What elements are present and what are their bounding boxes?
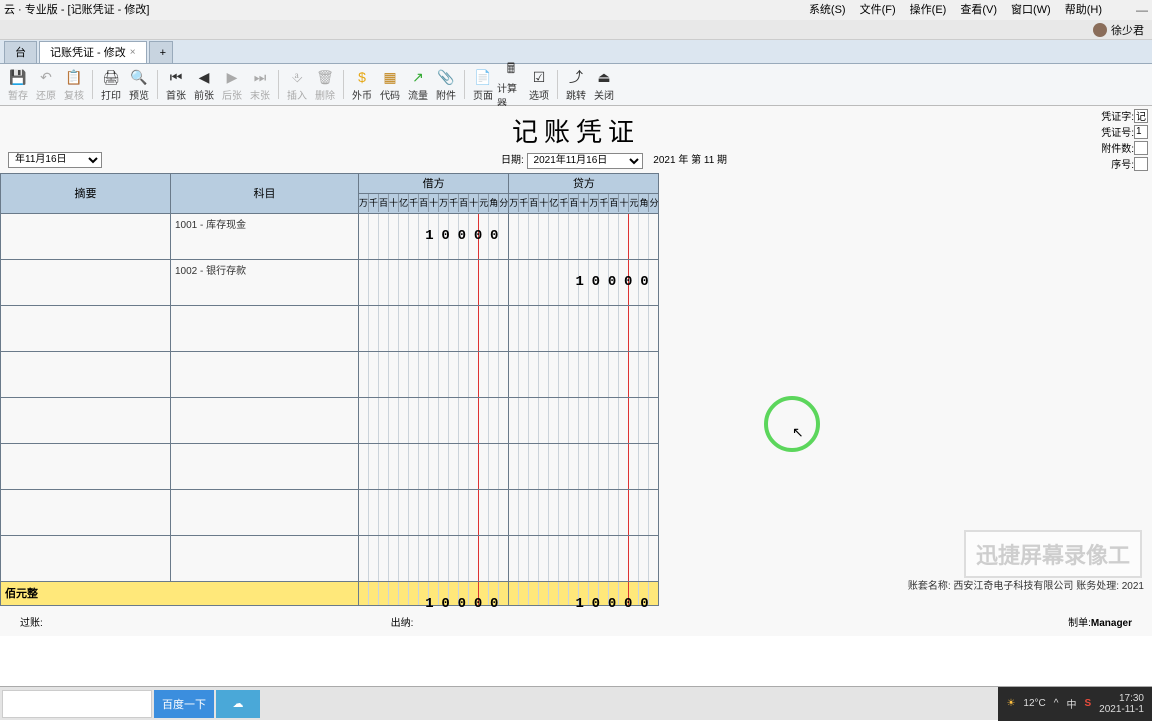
window-title: 云 · 专业版 - [记账凭证 - 修改] [4, 0, 149, 20]
seq-input[interactable] [1134, 157, 1148, 171]
last-icon: ⏭ [251, 68, 269, 86]
sign-post: 过账: [20, 614, 391, 629]
th-subject: 科目 [171, 173, 359, 213]
table-row[interactable]: 1002 - 银行存款10000 [1, 259, 659, 305]
delete-icon: 🗑 [316, 68, 334, 86]
tab-strip: 台 记账凭证 - 修改 × + [0, 40, 1152, 64]
code-icon: ▦ [381, 68, 399, 86]
flow-button[interactable]: ↗流量 [404, 66, 432, 104]
menu-help[interactable]: 帮助(H) [1065, 0, 1102, 20]
taskbar: 百度一下 ☁ ☀ 12°C ^ 中 S 17:30 2021-11-1 [0, 686, 1152, 720]
menu-view[interactable]: 查看(V) [960, 0, 997, 20]
cloud-app[interactable]: ☁ [216, 690, 260, 718]
next-icon: ▶ [223, 68, 241, 86]
save-icon: 💾 [9, 68, 27, 86]
calc-icon: 🖩 [502, 61, 520, 79]
jump-icon: ⤴ [567, 68, 585, 86]
forex-icon: $ [353, 68, 371, 86]
voucher-grid: 摘要 科目 借方 贷方 万千百十亿千百十万千百十元角分 万千百十亿千百十万千百十… [0, 173, 659, 606]
insert-button[interactable]: ⎀插入 [283, 66, 311, 104]
voucher-title: 记账凭证 [0, 106, 1152, 149]
prev-button[interactable]: ◀前张 [190, 66, 218, 104]
total-row: 佰元整 10000 10000 [1, 581, 659, 605]
menu-window[interactable]: 窗口(W) [1011, 0, 1051, 20]
user-bar: 徐少君 [0, 20, 1152, 40]
preview-button[interactable]: 🔍预览 [125, 66, 153, 104]
table-row[interactable] [1, 305, 659, 351]
attach-count-input[interactable] [1134, 141, 1148, 155]
exit-icon: ⏏ [595, 68, 613, 86]
period-label: 2021 年 第 11 期 [653, 155, 727, 166]
th-debit: 借方 [359, 173, 509, 193]
weather-temp: 12°C [1023, 698, 1045, 709]
prev-icon: ◀ [195, 68, 213, 86]
close-icon[interactable]: × [130, 42, 136, 64]
weather-icon: ☀ [1006, 698, 1015, 709]
th-summary: 摘要 [1, 173, 171, 213]
title-bar: 云 · 专业版 - [记账凭证 - 修改] 系统(S) 文件(F) 操作(E) … [0, 0, 1152, 20]
attach-icon: 📎 [437, 68, 455, 86]
table-row[interactable] [1, 397, 659, 443]
tab-new[interactable]: + [149, 41, 173, 63]
preview-icon: 🔍 [130, 68, 148, 86]
sign-cashier: 出纳: [391, 614, 762, 629]
clock-time: 17:30 [1099, 693, 1144, 704]
copy-icon: 📋 [65, 68, 83, 86]
baidu-button[interactable]: 百度一下 [154, 690, 214, 718]
tray-chevron-icon[interactable]: ^ [1054, 698, 1059, 709]
voucher-num-input[interactable] [1134, 125, 1148, 139]
print-icon: 🖨 [102, 68, 120, 86]
cursor-highlight [764, 396, 820, 452]
option-icon: ☑ [530, 68, 548, 86]
ime-sogou[interactable]: S [1084, 698, 1091, 709]
next-button[interactable]: ▶后张 [218, 66, 246, 104]
attach-button[interactable]: 📎附件 [432, 66, 460, 104]
table-row[interactable] [1, 535, 659, 581]
th-credit: 贷方 [509, 173, 659, 193]
menu-system[interactable]: 系统(S) [809, 0, 846, 20]
menubar: 系统(S) 文件(F) 操作(E) 查看(V) 窗口(W) 帮助(H) — [809, 0, 1148, 20]
table-row[interactable] [1, 489, 659, 535]
ime-ch[interactable]: 中 [1066, 696, 1076, 711]
restore-button[interactable]: ↶还原 [32, 66, 60, 104]
tab-voucher[interactable]: 记账凭证 - 修改 × [39, 41, 147, 63]
cursor-icon: ↖ [792, 424, 804, 441]
avatar[interactable] [1093, 23, 1107, 37]
close-button[interactable]: ⏏关闭 [590, 66, 618, 104]
menu-operate[interactable]: 操作(E) [910, 0, 947, 20]
table-row[interactable] [1, 351, 659, 397]
table-row[interactable]: 1001 - 库存现金10000 [1, 213, 659, 259]
footer-account: 账套名称: 西安江奇电子科技有限公司 账务处理: 2021 [908, 577, 1144, 592]
table-row[interactable] [1, 443, 659, 489]
calc-button[interactable]: 🖩计算器 [497, 66, 525, 104]
undo-icon: ↶ [37, 68, 55, 86]
first-button[interactable]: ⏮首张 [162, 66, 190, 104]
code-button[interactable]: ▦代码 [376, 66, 404, 104]
date-select[interactable]: 2021年11月16日 [527, 153, 643, 169]
last-button[interactable]: ⏭末张 [246, 66, 274, 104]
forex-button[interactable]: $外币 [348, 66, 376, 104]
flow-icon: ↗ [409, 68, 427, 86]
toolbar: 💾暂存 ↶还原 📋复核 🖨打印 🔍预览 ⏮首张 ◀前张 ▶后张 ⏭末张 ⎀插入 … [0, 64, 1152, 106]
save-button[interactable]: 💾暂存 [4, 66, 32, 104]
tab-home[interactable]: 台 [4, 41, 37, 63]
option-button[interactable]: ☑选项 [525, 66, 553, 104]
page-icon: 📄 [474, 68, 492, 86]
minimize-icon[interactable]: — [1136, 0, 1148, 20]
page-button[interactable]: 📄页面 [469, 66, 497, 104]
print-button[interactable]: 🖨打印 [97, 66, 125, 104]
jump-button[interactable]: ⤴跳转 [562, 66, 590, 104]
clock-date: 2021-11-1 [1099, 704, 1144, 715]
menu-file[interactable]: 文件(F) [860, 0, 896, 20]
first-icon: ⏮ [167, 68, 185, 86]
delete-button[interactable]: 🗑删除 [311, 66, 339, 104]
voucher-word-input[interactable] [1134, 109, 1148, 123]
insert-icon: ⎀ [288, 68, 306, 86]
taskbar-search[interactable] [2, 690, 152, 718]
watermark: 迅捷屏幕录像工 [964, 530, 1142, 578]
voucher-content: 记账凭证 凭证字: 凭证号: 附件数: 序号: 年11月16日 日期: 2021… [0, 106, 1152, 636]
copy-button[interactable]: 📋复核 [60, 66, 88, 104]
user-name: 徐少君 [1111, 22, 1144, 38]
voucher-meta: 凭证字: 凭证号: 附件数: 序号: [1094, 108, 1148, 172]
